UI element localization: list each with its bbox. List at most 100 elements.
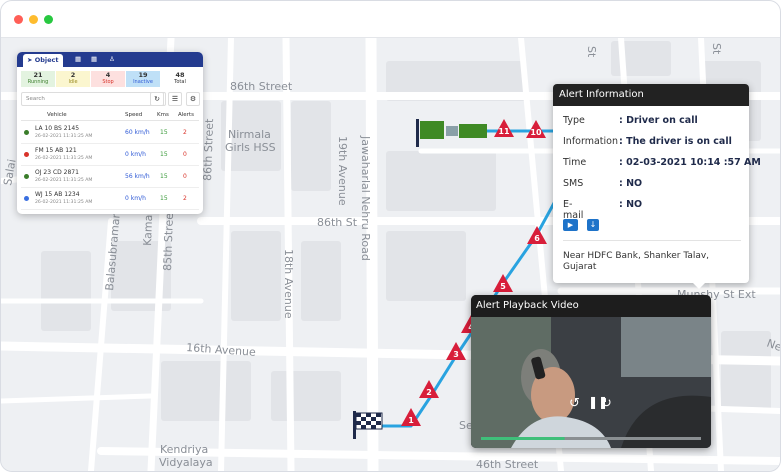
alert-marker-icon[interactable]: 10 xyxy=(525,119,547,139)
stat-running[interactable]: 21 Running xyxy=(21,71,55,87)
street-label: 86th St xyxy=(317,216,358,229)
stat-label: Total xyxy=(174,79,186,85)
stat-count: 2 xyxy=(70,71,76,79)
refresh-icon[interactable]: ↻ xyxy=(150,92,164,106)
street-label: 86th Street xyxy=(201,118,216,181)
minimize-window-button[interactable] xyxy=(29,15,38,24)
field-label: Type xyxy=(563,115,585,126)
stat-count: 19 xyxy=(138,71,148,79)
alert-marker-icon[interactable]: 6 xyxy=(526,225,548,245)
close-window-button[interactable] xyxy=(14,15,23,24)
divider xyxy=(563,240,741,241)
stat-inactive[interactable]: 19 Inactive xyxy=(126,71,160,87)
vehicle-speed: 60 km/h xyxy=(125,129,150,136)
video-title: Alert Playback Video xyxy=(471,295,711,317)
building-icon[interactable]: ▦ xyxy=(91,54,97,65)
street-label: Vidyalaya xyxy=(159,456,213,469)
vehicle-alerts: 2 xyxy=(183,129,187,136)
marker-label: 3 xyxy=(453,350,459,359)
vehicle-row[interactable]: LA 10 BS 2145 26-02-2021 11:31:25 AM 60 … xyxy=(21,122,199,144)
alert-location: Near HDFC Bank, Shanker Talav, Gujarat xyxy=(563,251,743,273)
settings-icon[interactable]: ⚙ xyxy=(186,92,200,106)
download-icon[interactable]: ↓ xyxy=(587,219,599,231)
vehicle-alerts: 0 xyxy=(183,173,187,180)
vehicle-name: WJ 15 AB 1234 xyxy=(35,191,80,198)
video-frame[interactable]: ↺ ❚❚ ↻ xyxy=(471,317,711,448)
stat-stop[interactable]: 4 Stop xyxy=(91,71,125,87)
street-label: 19th Avenue xyxy=(336,136,349,206)
vehicle-row[interactable]: OJ 23 CD 2871 26-02-2021 11:31:25 AM 56 … xyxy=(21,166,199,188)
vehicle-alerts: 0 xyxy=(183,151,187,158)
alert-marker-icon[interactable]: 2 xyxy=(418,379,440,399)
vehicle-name: OJ 23 CD 2871 xyxy=(35,169,79,176)
vehicle-alerts: 2 xyxy=(183,195,187,202)
col-vehicle: Vehicle xyxy=(47,112,67,118)
street-label: Nirmala xyxy=(228,128,271,141)
street-label: 46th Street xyxy=(476,458,539,471)
street-label: 18th Avenue xyxy=(282,249,295,319)
marker-label: 11 xyxy=(498,127,510,136)
video-progress-fill xyxy=(481,437,565,440)
stat-label: Idle xyxy=(68,79,78,85)
street-label: St xyxy=(710,43,723,55)
marker-label: 5 xyxy=(500,282,506,291)
field-label: Time xyxy=(563,157,587,168)
marker-label: 1 xyxy=(408,416,414,425)
stat-count: 21 xyxy=(33,71,43,79)
vehicle-speed: 0 km/h xyxy=(125,151,146,158)
alert-marker-icon[interactable]: 1 xyxy=(400,407,422,427)
street-label: 86th Street xyxy=(230,80,293,93)
play-video-icon[interactable]: ▶ xyxy=(563,219,578,231)
vehicle-row[interactable]: FM 15 AB 121 26-02-2021 11:31:25 AM 0 km… xyxy=(21,144,199,166)
tab-object[interactable]: ➤ Object xyxy=(23,54,63,67)
street-label: Kendriya xyxy=(160,443,208,456)
alert-marker-icon[interactable]: 3 xyxy=(445,341,467,361)
field-value: : Driver on call xyxy=(619,115,698,126)
alert-info-popup: Alert Information Type : Driver on call I… xyxy=(553,84,761,289)
vehicle-table-header: Vehicle Speed Kms Alerts xyxy=(21,110,199,121)
marker-label: 10 xyxy=(530,128,542,137)
object-panel: ➤ Object ▦ ▦ ♙ 21 Running 2 Idle 4 Stop 19 I… xyxy=(17,52,203,214)
vehicle-kms: 15 xyxy=(160,151,168,158)
alert-info-title: Alert Information xyxy=(553,84,749,106)
stat-idle[interactable]: 2 Idle xyxy=(56,71,90,87)
alert-marker-icon[interactable]: 5 xyxy=(492,273,514,293)
street-label: Jawaharlal Nehru Road xyxy=(359,135,372,261)
rewind-icon: ↺ xyxy=(569,396,580,411)
vehicle-kms: 15 xyxy=(160,129,168,136)
vehicle-name: LA 10 BS 2145 xyxy=(35,125,80,132)
vehicle-speed: 56 km/h xyxy=(125,173,150,180)
vehicle-speed: 0 km/h xyxy=(125,195,146,202)
search-input[interactable]: Search xyxy=(21,92,166,106)
stat-total[interactable]: 48 Total xyxy=(163,71,197,87)
vehicle-time: 26-02-2021 11:31:25 AM xyxy=(35,178,93,183)
vehicle-kms: 15 xyxy=(160,173,168,180)
status-dot xyxy=(24,174,29,179)
vehicle-time: 26-02-2021 11:31:25 AM xyxy=(35,134,93,139)
vehicle-row[interactable]: WJ 15 AB 1234 26-02-2021 11:31:25 AM 0 k… xyxy=(21,188,199,210)
alert-marker-icon[interactable]: 11 xyxy=(493,118,515,138)
filter-icon[interactable]: ☰ xyxy=(168,92,182,106)
field-label: E-mail xyxy=(563,199,584,221)
field-label: Information xyxy=(563,136,618,147)
panel-tabs: ➤ Object ▦ ▦ ♙ xyxy=(17,52,203,67)
stat-count: 4 xyxy=(105,71,111,79)
field-value: : 02-03-2021 10:14 :57 AM xyxy=(619,157,761,168)
maximize-window-button[interactable] xyxy=(44,15,53,24)
vehicle-name: FM 15 AB 121 xyxy=(35,147,77,154)
vehicle-kms: 15 xyxy=(160,195,168,202)
building-icon[interactable]: ▦ xyxy=(75,54,81,65)
col-alerts: Alerts xyxy=(178,112,194,118)
person-icon[interactable]: ♙ xyxy=(109,54,115,65)
col-speed: Speed xyxy=(125,112,143,118)
app-window: 86th Street Nirmala Girls HSS 86th St 46… xyxy=(0,0,781,472)
col-kms: Kms xyxy=(157,112,169,118)
alert-video-player: Alert Playback Video ↺ ❚❚ ↻ xyxy=(471,295,711,448)
vehicle-time: 26-02-2021 11:31:25 AM xyxy=(35,200,93,205)
stat-label: Stop xyxy=(102,79,114,85)
marker-label: 2 xyxy=(426,388,432,397)
marker-label: 6 xyxy=(534,234,540,243)
stat-label: Running xyxy=(27,79,49,85)
status-dot xyxy=(24,130,29,135)
vehicle-time: 26-02-2021 11:31:25 AM xyxy=(35,156,93,161)
